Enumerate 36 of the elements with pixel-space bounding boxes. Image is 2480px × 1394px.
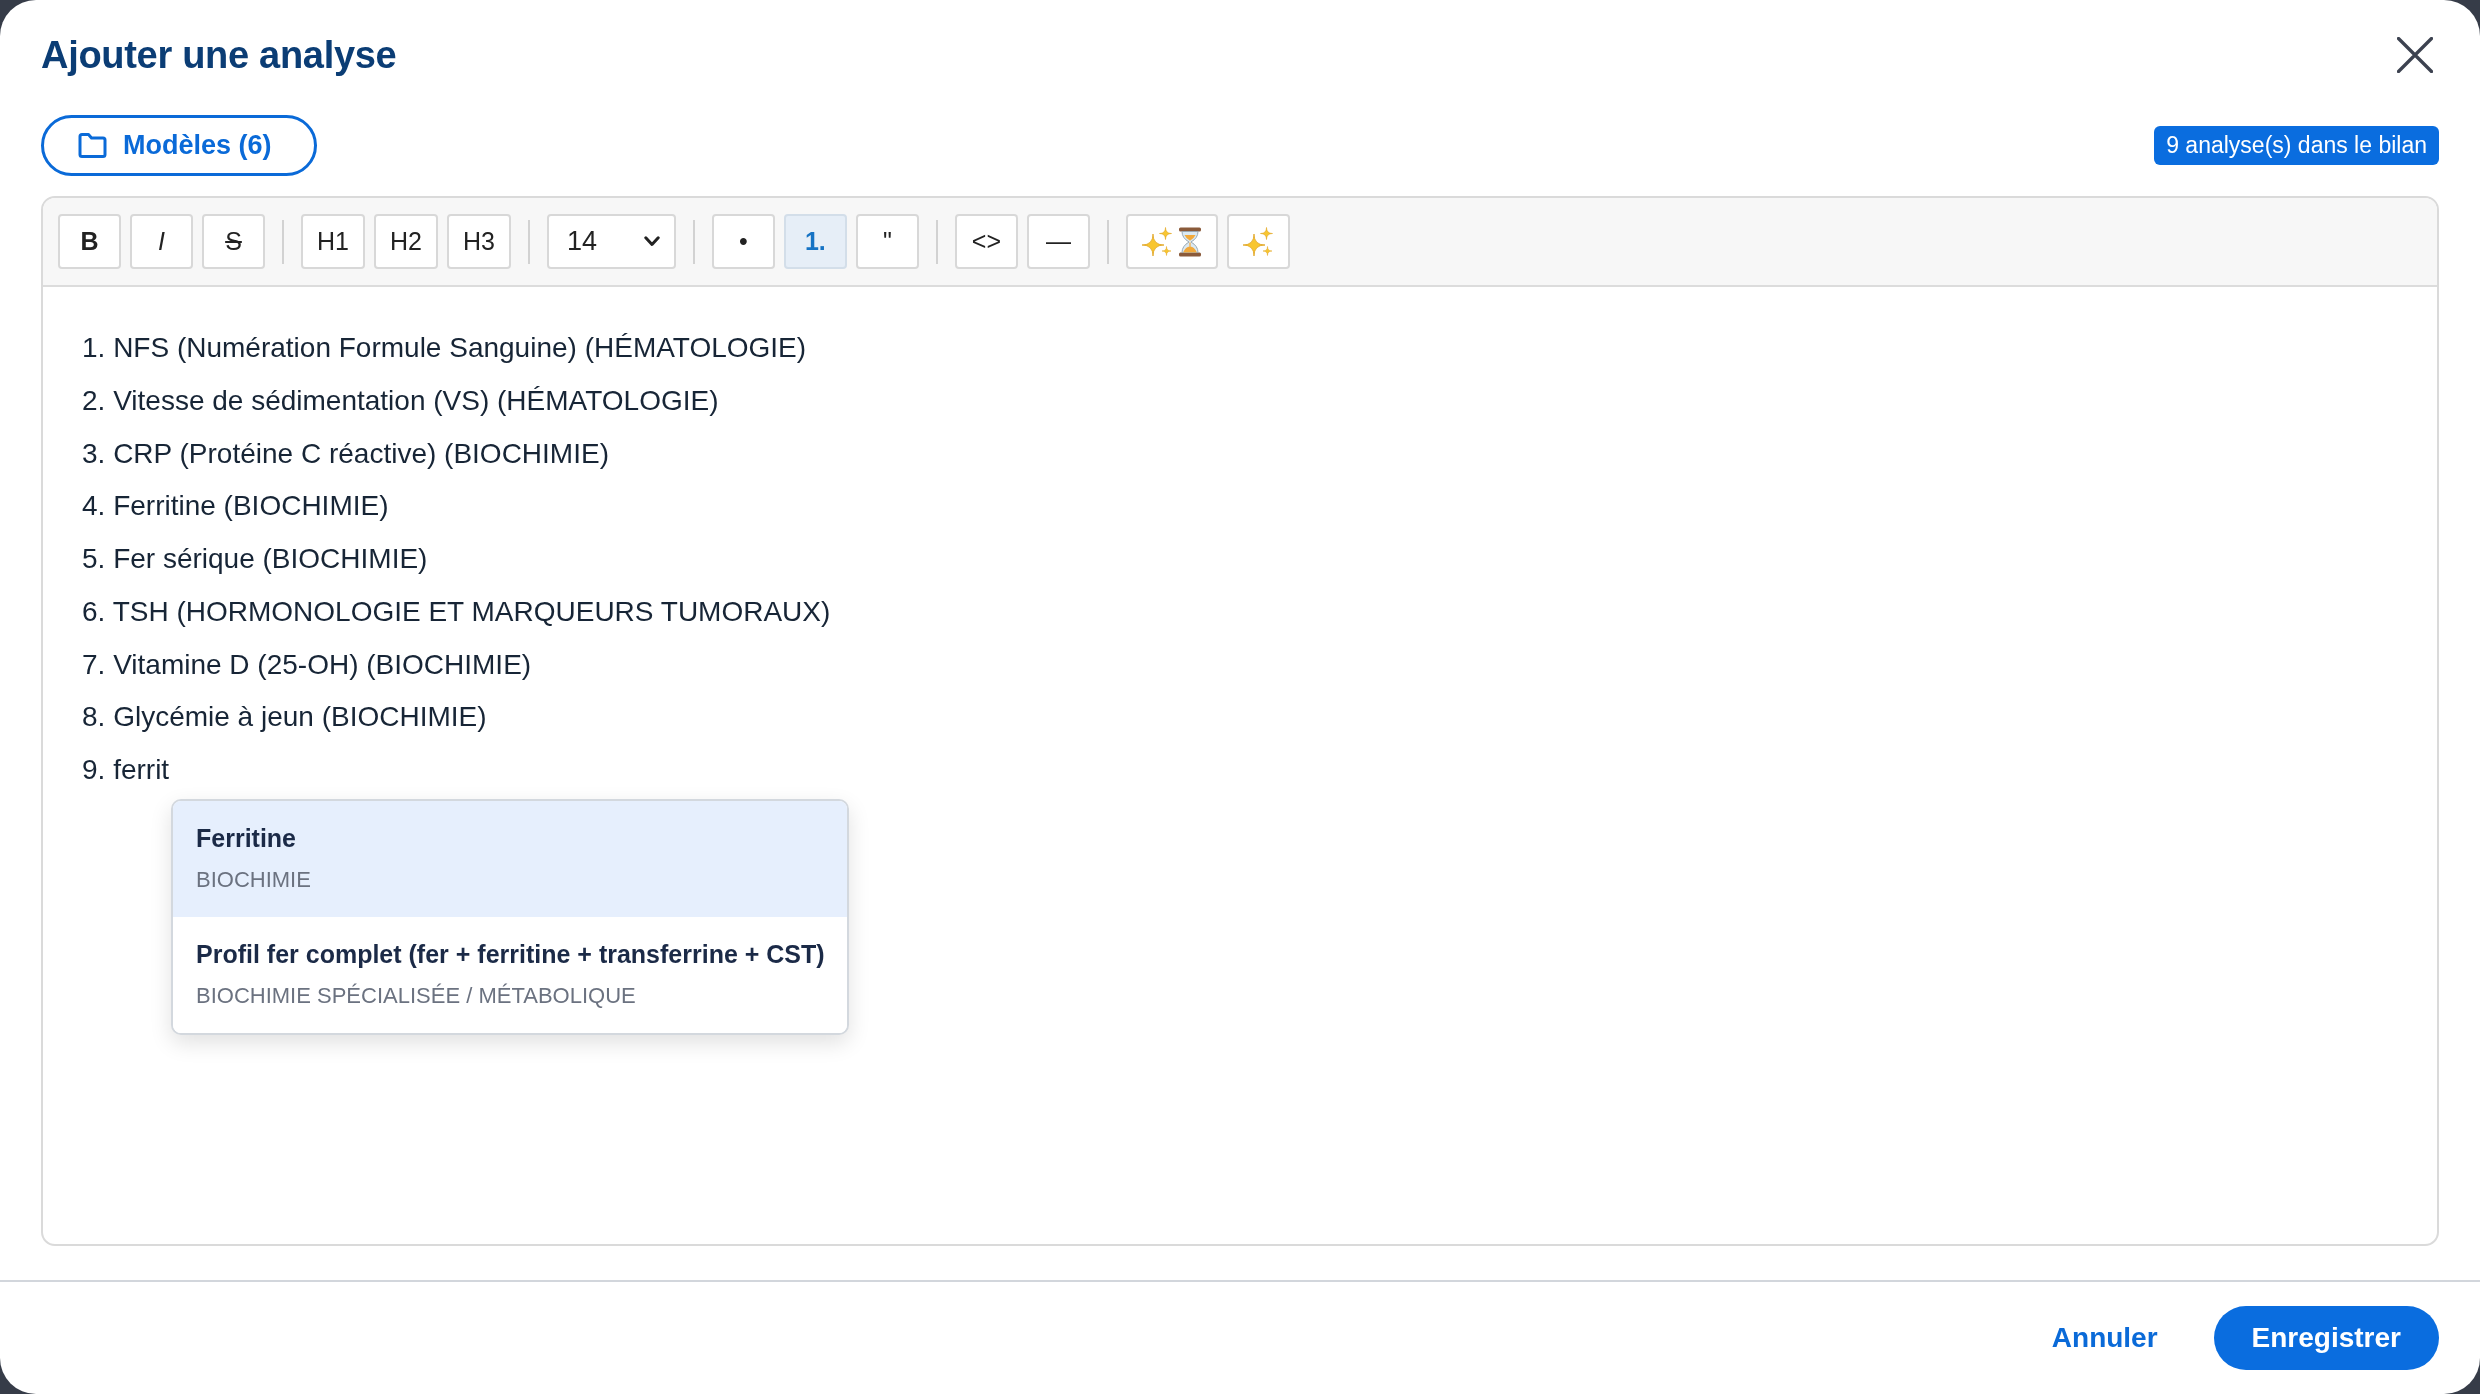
bold-button[interactable]: B bbox=[58, 214, 121, 269]
strikethrough-button[interactable]: S bbox=[202, 214, 265, 269]
folder-icon bbox=[78, 133, 107, 158]
list-item: 5. Fer sérique (BIOCHIMIE) bbox=[82, 542, 428, 576]
suggestion-option[interactable]: Ferritine BIOCHIMIE bbox=[173, 800, 847, 917]
list-item: 8. Glycémie à jeun (BIOCHIMIE) bbox=[82, 700, 487, 735]
quote-button[interactable]: " bbox=[855, 214, 919, 269]
analysis-count-badge: 9 analyse(s) dans le bilan bbox=[2154, 126, 2439, 165]
list-item: 3. CRP (Protéine C réactive) (BIOCHIMIE) bbox=[82, 436, 609, 471]
hourglass-icon bbox=[1177, 226, 1202, 257]
list-item: 1. NFS (Numération Formule Sanguine) (HÉMATOLOGIE) bbox=[82, 331, 807, 365]
sparkles-icon bbox=[1141, 226, 1172, 257]
heading-button[interactable]: H1 bbox=[301, 214, 365, 269]
templates-button[interactable]: Modèles (6) bbox=[41, 115, 317, 176]
heading-button[interactable]: H2 bbox=[373, 214, 438, 269]
sparkles-icon bbox=[1243, 226, 1274, 257]
code-button[interactable]: <> bbox=[954, 214, 1018, 269]
close-icon bbox=[2397, 37, 2433, 73]
italic-button[interactable]: I bbox=[130, 214, 193, 269]
font-size-select[interactable]: 14 bbox=[546, 214, 676, 269]
suggestion-option[interactable]: Profil fer complet (fer + ferritine + transferrine + CST) BIOCHIMIE SPÉCIALISÉE / MÉTABOLIQUE bbox=[173, 916, 847, 1033]
cancel-button[interactable]: Annuler bbox=[2039, 1314, 2170, 1362]
chevron-down-icon bbox=[643, 236, 660, 247]
bullet-list-button[interactable]: • bbox=[711, 214, 775, 269]
close-button[interactable] bbox=[2397, 37, 2433, 73]
dialog-title: Ajouter une analyse bbox=[41, 33, 397, 77]
list-item: 7. Vitamine D (25-OH) (BIOCHIMIE) bbox=[82, 647, 532, 682]
save-button[interactable]: Enregistrer bbox=[2213, 1306, 2439, 1370]
horizontal-rule-button[interactable]: — bbox=[1026, 214, 1090, 269]
sparkles-hourglass-button[interactable] bbox=[1125, 214, 1218, 269]
list-item: 4. Ferritine (BIOCHIMIE) bbox=[82, 489, 389, 524]
numbered-list-button[interactable]: 1. bbox=[783, 214, 847, 269]
list-item: 6. TSH (HORMONOLOGIE ET MARQUEURS TUMORAUX) bbox=[82, 594, 831, 629]
list-item: 2. Vitesse de sédimentation (VS) (HÉMATOLOGIE) bbox=[82, 383, 719, 418]
list-item: 9. ferrit bbox=[82, 753, 170, 787]
heading-button[interactable]: H3 bbox=[446, 214, 511, 269]
